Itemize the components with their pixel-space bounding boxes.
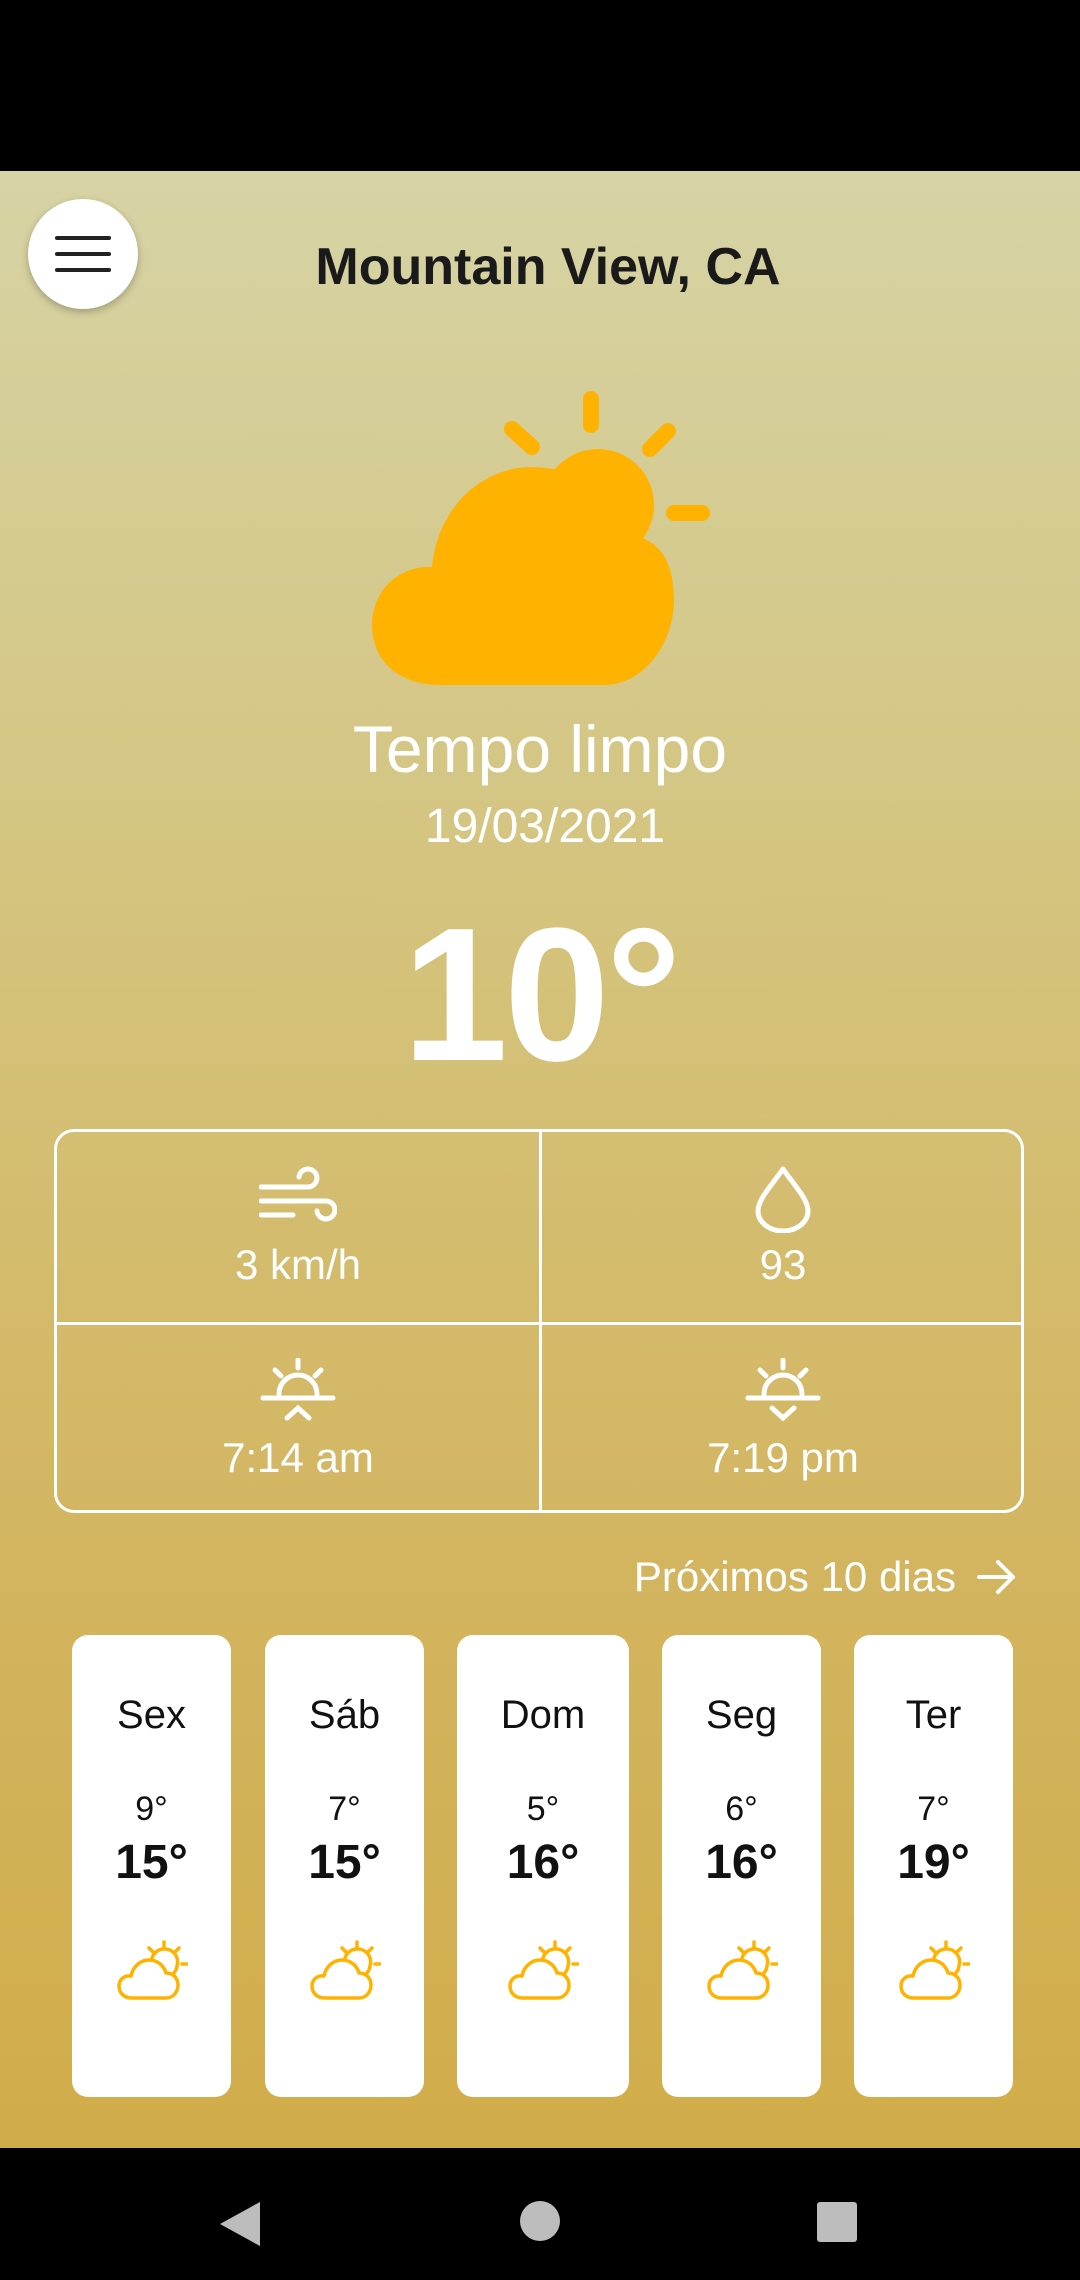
sunrise-stat: 7:14 am — [57, 1325, 539, 1515]
high-temp: 16° — [506, 1836, 580, 1889]
status-bar — [0, 0, 1080, 171]
partly-cloudy-icon — [706, 1940, 778, 2000]
forecast-list: Sex 9° 15° Sáb 7° 15° Dom 5° 16° Seg 6° 16° Ter 7° 19° — [72, 1635, 1013, 2097]
low-temp: 5° — [526, 1790, 560, 1828]
drop-icon — [755, 1166, 811, 1233]
next-10-days-link[interactable]: Próximos 10 dias — [634, 1553, 1018, 1601]
forecast-day-card[interactable]: Sáb 7° 15° — [265, 1635, 424, 2097]
back-triangle-icon[interactable] — [218, 2200, 262, 2248]
recents-square-icon[interactable] — [817, 2202, 857, 2242]
high-temp: 15° — [308, 1836, 381, 1889]
current-date: 19/03/2021 — [424, 800, 666, 853]
partly-cloudy-icon — [116, 1940, 188, 2000]
partly-cloudy-icon — [508, 1940, 579, 2000]
arrow-right-icon — [977, 1560, 1015, 1594]
sunset-value: 7:19 pm — [707, 1434, 859, 1481]
day-name: Sex — [117, 1693, 186, 1737]
weather-condition: Tempo limpo — [352, 712, 728, 786]
sunrise-icon — [260, 1358, 336, 1421]
high-temp: 15° — [115, 1836, 188, 1889]
low-temp: 9° — [135, 1790, 168, 1828]
current-temperature: 10° — [402, 889, 681, 1101]
partly-cloudy-icon — [309, 1940, 381, 2000]
home-circle-icon[interactable] — [519, 2200, 561, 2242]
forecast-day-card[interactable]: Sex 9° 15° — [72, 1635, 231, 2097]
humidity-value: 93 — [759, 1241, 807, 1288]
high-temp: 19° — [897, 1836, 970, 1889]
day-name: Ter — [905, 1693, 962, 1737]
partly-cloudy-icon — [372, 391, 710, 685]
sunset-icon — [745, 1358, 821, 1422]
wind-value: 3 km/h — [234, 1241, 362, 1288]
day-name: Seg — [705, 1693, 778, 1737]
forecast-day-card[interactable]: Ter 7° 19° — [854, 1635, 1013, 2097]
humidity-stat: 93 — [542, 1132, 1024, 1322]
low-temp: 6° — [725, 1790, 758, 1828]
wind-icon — [259, 1166, 337, 1222]
forecast-day-card[interactable]: Dom 5° 16° — [457, 1635, 629, 2097]
weather-screen: Mountain View, CA Tempo limpo 19/03/2021… — [0, 171, 1080, 2148]
partly-cloudy-icon — [898, 1940, 970, 2000]
low-temp: 7° — [328, 1790, 361, 1828]
location-title: Mountain View, CA — [315, 238, 781, 296]
next-10-days-label: Próximos 10 dias — [633, 1553, 956, 1600]
wind-stat: 3 km/h — [57, 1132, 539, 1322]
navigation-bar — [0, 2148, 1080, 2280]
sunrise-value: 7:14 am — [222, 1434, 374, 1481]
sunset-stat: 7:19 pm — [542, 1325, 1024, 1515]
day-name: Sáb — [308, 1693, 381, 1737]
high-temp: 16° — [705, 1836, 778, 1889]
forecast-day-card[interactable]: Seg 6° 16° — [662, 1635, 821, 2097]
stats-grid: 3 km/h 93 7:14 am 7:19 pm — [54, 1129, 1024, 1513]
low-temp: 7° — [917, 1790, 950, 1828]
day-name: Dom — [500, 1693, 586, 1737]
